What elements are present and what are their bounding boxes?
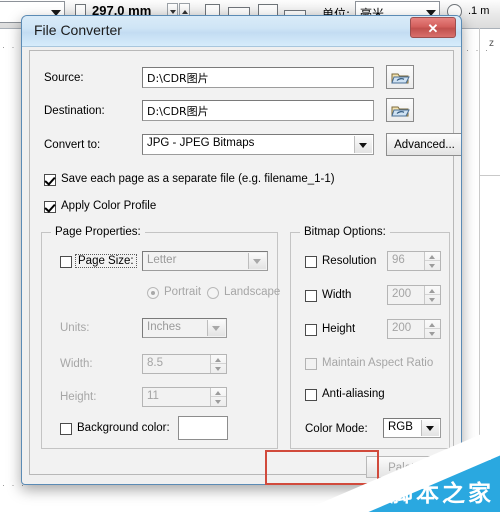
- page-height-input[interactable]: 11: [142, 387, 227, 407]
- ruler-ticks-right-2: · · ·: [466, 480, 490, 490]
- radio-selected-icon: [147, 287, 159, 299]
- spinner-buttons[interactable]: [424, 286, 440, 304]
- spinner-down-icon[interactable]: [211, 364, 226, 373]
- caret-up-icon: [182, 10, 188, 14]
- chevron-down-icon[interactable]: [248, 253, 266, 269]
- orientation-portrait-label: Portrait: [164, 286, 202, 298]
- bitmap-options-group: Bitmap Options: Resolution 96 Width 200: [290, 226, 450, 449]
- spinner-buttons[interactable]: [424, 252, 440, 270]
- checkbox-box-icon: [305, 389, 317, 401]
- folder-open-icon: [391, 106, 410, 117]
- page-size-combo[interactable]: Letter: [142, 251, 268, 271]
- destination-label: Destination:: [44, 105, 105, 117]
- maintain-aspect-ratio-label: Maintain Aspect Ratio: [322, 357, 434, 369]
- save-each-page-label: Save each page as a separate file (e.g. …: [61, 173, 335, 185]
- background-color-swatch[interactable]: [178, 416, 228, 440]
- palette-options-button[interactable]: Palette Options: [366, 456, 446, 478]
- spinner-down-icon[interactable]: [425, 329, 440, 338]
- convert-to-label: Convert to:: [44, 139, 101, 151]
- checkbox-box-icon: [305, 290, 317, 302]
- dialog-title: File Converter: [34, 22, 122, 38]
- checkbox-check-icon: [44, 174, 56, 186]
- units-label: Units:: [60, 322, 90, 334]
- bitmap-height-input[interactable]: 200: [387, 319, 441, 339]
- spinner-up-icon[interactable]: [425, 252, 440, 261]
- destination-browse-button[interactable]: [386, 98, 414, 122]
- document-guide-horizontal: [479, 175, 500, 176]
- advanced-button[interactable]: Advanced...: [386, 133, 461, 156]
- color-mode-label: Color Mode:: [305, 423, 368, 435]
- spinner-down-icon[interactable]: [211, 397, 226, 406]
- file-converter-dialog: File Converter ✕ Source: D:\CDR图片 Destin…: [21, 15, 462, 485]
- chevron-down-icon[interactable]: [354, 136, 372, 153]
- color-mode-combo[interactable]: RGB: [383, 418, 441, 438]
- source-label: Source:: [44, 72, 84, 84]
- spinner-down-icon[interactable]: [425, 261, 440, 270]
- ruler-ticks-right: · · ·: [466, 45, 490, 55]
- checkbox-box-icon: [60, 423, 72, 435]
- resolution-label: Resolution: [322, 255, 377, 267]
- caret-down-icon: [170, 10, 176, 14]
- source-input[interactable]: D:\CDR图片: [142, 67, 374, 88]
- orientation-landscape-label: Landscape: [224, 286, 281, 298]
- page-properties-group: Page Properties: Page Size: Letter Portr…: [41, 226, 281, 449]
- spinner-buttons[interactable]: [210, 388, 226, 406]
- checkbox-box-icon: [60, 256, 72, 268]
- page-height-label: Height:: [60, 391, 97, 403]
- convert-to-combo[interactable]: JPG - JPEG Bitmaps: [142, 134, 374, 155]
- apply-color-profile-label: Apply Color Profile: [61, 200, 157, 212]
- checkbox-box-icon: [305, 324, 317, 336]
- dialog-titlebar[interactable]: File Converter ✕: [22, 16, 461, 47]
- page-width-label: Width:: [60, 358, 93, 370]
- spinner-down-icon[interactable]: [425, 295, 440, 304]
- spinner-up-icon[interactable]: [211, 355, 226, 364]
- checkbox-box-icon: [305, 358, 317, 370]
- bitmap-height-label: Height: [322, 323, 356, 335]
- resolution-input[interactable]: 96: [387, 251, 441, 271]
- spinner-buttons[interactable]: [210, 355, 226, 373]
- bitmap-options-title: Bitmap Options:: [300, 226, 390, 238]
- page-size-label: Page Size:: [75, 254, 137, 268]
- chevron-down-icon[interactable]: [421, 420, 439, 436]
- checkbox-check-icon: [44, 201, 56, 213]
- units-combo[interactable]: Inches: [142, 318, 227, 338]
- radio-unselected-icon: [207, 287, 219, 299]
- folder-open-icon: [391, 73, 410, 84]
- bitmap-width-label: Width: [322, 289, 352, 301]
- spinner-up-icon[interactable]: [425, 286, 440, 295]
- spinner-up-icon[interactable]: [211, 388, 226, 397]
- destination-input[interactable]: D:\CDR图片: [142, 100, 374, 121]
- close-icon[interactable]: ✕: [410, 17, 456, 38]
- bitmap-width-input[interactable]: 200: [387, 285, 441, 305]
- background-color-label: Background color:: [77, 422, 170, 434]
- nudge-value: .1 m: [468, 5, 490, 17]
- anti-aliasing-label: Anti-aliasing: [322, 388, 385, 400]
- spinner-up-icon[interactable]: [425, 320, 440, 329]
- source-browse-button[interactable]: [386, 65, 414, 89]
- document-guide-vertical: [479, 28, 480, 512]
- spinner-buttons[interactable]: [424, 320, 440, 338]
- chevron-down-icon[interactable]: [207, 320, 225, 336]
- page-width-input[interactable]: 8.5: [142, 354, 227, 374]
- page-properties-title: Page Properties:: [51, 226, 145, 238]
- checkbox-box-icon: [305, 256, 317, 268]
- dialog-body: Source: D:\CDR图片 Destination: D:\CDR图片 C…: [29, 50, 461, 478]
